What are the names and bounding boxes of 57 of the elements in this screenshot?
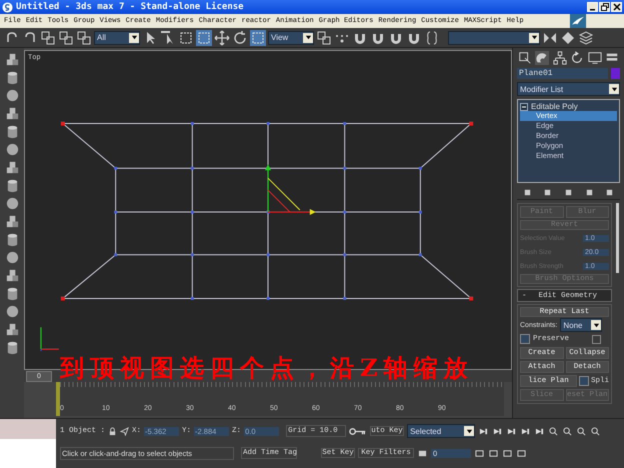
key-mode-dropdown[interactable]: Selected [407, 424, 476, 438]
window-title: Untitled - 3ds max 7 - Stand-alone License [16, 2, 244, 12]
play-icon[interactable] [506, 426, 518, 436]
sphere-icon[interactable] [4, 304, 20, 319]
minimize-button[interactable] [587, 2, 598, 12]
cube-icon[interactable] [4, 106, 20, 121]
dropdown-arrow-icon[interactable] [530, 34, 538, 41]
rainbow-icon[interactable] [535, 51, 550, 65]
modifier-list-dropdown[interactable]: Modifier List [517, 82, 620, 96]
dropdown-arrow-icon[interactable] [610, 86, 618, 92]
close-button[interactable] [611, 2, 622, 12]
cube-icon[interactable] [4, 160, 20, 175]
cube-icon[interactable] [4, 322, 20, 337]
sphere-icon[interactable] [4, 88, 20, 103]
rotate-icon[interactable] [232, 30, 248, 46]
collapse-toggle-icon[interactable] [520, 102, 528, 110]
cube-icon[interactable] [4, 268, 20, 283]
squares-icon[interactable] [40, 30, 56, 46]
cube-icon[interactable] [4, 214, 20, 229]
object-name-field[interactable]: Plane01 [517, 68, 608, 79]
monitor-icon[interactable] [588, 51, 602, 65]
circle-arrow-icon[interactable] [570, 51, 584, 65]
stack-item[interactable]: Editable Poly [531, 102, 578, 111]
dashed-square-icon[interactable] [178, 30, 194, 46]
sphere-icon[interactable] [4, 142, 20, 157]
squares-icon[interactable] [58, 30, 74, 46]
squares-icon[interactable] [76, 30, 92, 46]
dropdown-arrow-icon[interactable] [592, 322, 600, 328]
restore-button[interactable] [599, 2, 610, 12]
scrollbar[interactable] [616, 203, 619, 273]
dashed-square-icon[interactable] [250, 30, 266, 46]
key-icon[interactable] [349, 426, 368, 436]
split-checkbox[interactable] [578, 376, 589, 386]
named-selection-dropdown[interactable] [448, 30, 540, 44]
squares-icon[interactable] [316, 30, 332, 46]
move-icon[interactable] [214, 30, 230, 46]
sphere-icon[interactable] [4, 196, 20, 211]
settings-square-icon[interactable] [592, 334, 601, 344]
object-color-swatch[interactable] [611, 68, 620, 79]
axis-tripod-icon [40, 327, 59, 352]
app-icon [2, 2, 13, 12]
selection-filter-dropdown[interactable]: All [94, 30, 140, 44]
constraints-dropdown[interactable]: None [560, 318, 602, 332]
hierarchy-icon[interactable] [552, 51, 567, 65]
sphere-icon[interactable] [4, 250, 20, 265]
dropdown-arrow-icon[interactable] [130, 34, 138, 41]
dropdown-arrow-icon[interactable] [304, 34, 312, 41]
reference-coordinate-dropdown[interactable]: View [268, 30, 314, 44]
move-gizmo-drawing[interactable] [265, 164, 316, 215]
restore-icon [600, 3, 608, 11]
layers-icon[interactable] [578, 30, 594, 46]
dashed-square-icon[interactable] [196, 30, 212, 46]
cube-icon[interactable] [4, 52, 20, 67]
cursor-icon[interactable] [120, 426, 130, 436]
dropdown-arrow-icon[interactable] [466, 428, 473, 434]
close-icon [612, 3, 620, 11]
preserve-checkbox[interactable] [520, 334, 530, 344]
